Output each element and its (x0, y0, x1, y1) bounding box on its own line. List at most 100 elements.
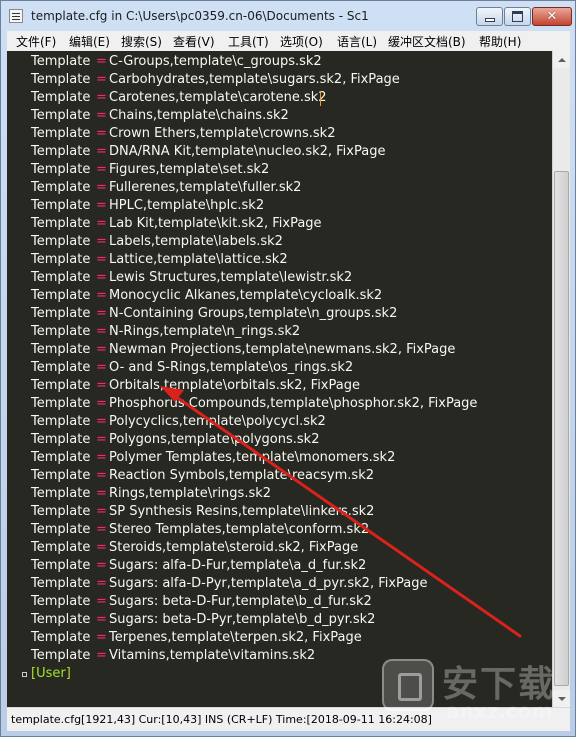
config-value: Rings,template\rings.sk2 (109, 486, 272, 501)
code-line: Template = Chains,template\chains.sk2 (7, 107, 552, 125)
code-line: Template = Monocyclic Alkanes,template\cyc… (7, 287, 552, 305)
assignment-operator: = (96, 144, 107, 159)
config-key: Template (31, 522, 91, 537)
menu-options[interactable]: 选项(O) (280, 33, 323, 50)
menu-view[interactable]: 查看(V) (173, 33, 215, 50)
config-value: Carotenes,template\carotene.sk2 (109, 90, 327, 105)
config-key: Template (31, 252, 91, 267)
window-title: template.cfg in C:\Users\pc0359.cn-06\Do… (31, 9, 369, 23)
title-bar[interactable]: template.cfg in C:\Users\pc0359.cn-06\Do… (1, 1, 575, 31)
code-line: Template = Carotenes,template\carotene.sk2 (7, 89, 552, 107)
config-value: Polygons,template\polygons.sk2 (109, 432, 320, 447)
code-line: Template = N-Containing Groups,template\n_… (7, 305, 552, 323)
menu-help[interactable]: 帮助(H) (479, 33, 521, 50)
config-value: Crown Ethers,template\crowns.sk2 (109, 126, 336, 141)
config-value: Polymer Templates,template\monomers.sk2 (109, 450, 396, 465)
close-button[interactable]: ✕ (532, 7, 572, 26)
assignment-operator: = (96, 270, 107, 285)
config-value: DNA/RNA Kit,template\nucleo.sk2, FixPage (109, 144, 386, 159)
menu-edit[interactable]: 编辑(E) (69, 33, 110, 50)
config-key: Template (31, 486, 91, 501)
menu-tools[interactable]: 工具(T) (228, 33, 269, 50)
code-line: Template = Sugars: beta-D-Pyr,template\b_d… (7, 611, 552, 629)
scroll-thumb[interactable] (554, 171, 569, 686)
text-caret (320, 91, 321, 106)
assignment-operator: = (96, 612, 107, 627)
config-value: Sugars: alfa-D-Fur,template\a_d_fur.sk2 (109, 558, 367, 573)
status-text: template.cfg[1921,43] Cur:[10,43] INS (C… (11, 713, 432, 726)
assignment-operator: = (96, 324, 107, 339)
close-icon: ✕ (546, 9, 558, 24)
config-value: Reaction Symbols,template\reacsym.sk2 (109, 468, 374, 483)
code-line: Template = Carbohydrates,template\sugars.s… (7, 71, 552, 89)
config-key: Template (31, 504, 91, 519)
config-key: Template (31, 558, 91, 573)
assignment-operator: = (96, 486, 107, 501)
config-key: Template (31, 144, 91, 159)
watermark-logo-icon (382, 659, 434, 711)
arrow-up-icon (557, 57, 566, 62)
menu-file[interactable]: 文件(F) (16, 33, 56, 50)
config-key: Template (31, 126, 91, 141)
minimize-button[interactable] (476, 7, 503, 26)
config-key: Template (31, 90, 91, 105)
code-line: Template = Sugars: beta-D-Fur,template\b_d… (7, 593, 552, 611)
minimize-icon (484, 17, 495, 22)
code-line: Template = Newman Projections,template\new… (7, 341, 552, 359)
config-key: Template (31, 378, 91, 393)
config-value: O- and S-Rings,template\os_rings.sk2 (109, 360, 354, 375)
config-value: Phosphorus Compounds,template\phosphor.s… (109, 396, 478, 411)
assignment-operator: = (96, 468, 107, 483)
config-value: N-Rings,template\n_rings.sk2 (109, 324, 301, 339)
config-value: Polycyclics,template\polycycl.sk2 (109, 414, 326, 429)
menu-bar: 文件(F) 编辑(E) 搜索(S) 查看(V) 工具(T) 选项(O) 语言(L) 缓冲区文档… (7, 31, 570, 51)
scroll-up-button[interactable] (553, 51, 570, 68)
config-value: Terpenes,template\terpen.sk2, FixPage (109, 630, 362, 645)
app-icon[interactable] (9, 9, 23, 23)
assignment-operator: = (96, 432, 107, 447)
config-key: Template (31, 180, 91, 195)
config-key: Template (31, 594, 91, 609)
assignment-operator: = (96, 540, 107, 555)
code-line: Template = Crown Ethers,template\crowns.sk… (7, 125, 552, 143)
maximize-button[interactable] (504, 7, 531, 26)
assignment-operator: = (96, 558, 107, 573)
config-key: Template (31, 72, 91, 87)
code-line: Template = Fullerenes,template\fuller.sk2 (7, 179, 552, 197)
assignment-operator: = (96, 126, 107, 141)
menu-language[interactable]: 语言(L) (337, 33, 377, 50)
assignment-operator: = (96, 594, 107, 609)
assignment-operator: = (96, 342, 107, 357)
config-key: Template (31, 450, 91, 465)
code-line: Template = Polygons,template\polygons.sk2 (7, 431, 552, 449)
vertical-scrollbar[interactable] (552, 51, 570, 707)
config-key: Template (31, 54, 91, 69)
menu-buffers[interactable]: 缓冲区文档(B) (388, 33, 466, 50)
code-line: Template = O- and S-Rings,template\os_ring… (7, 359, 552, 377)
code-line: Template = Stereo Templates,template\confo… (7, 521, 552, 539)
assignment-operator: = (96, 504, 107, 519)
config-key: Template (31, 396, 91, 411)
config-key: Template (31, 234, 91, 249)
config-value: Lattice,template\lattice.sk2 (109, 252, 288, 267)
editor-text-area[interactable]: Template = C-Groups,template\c_groups.sk2 T… (7, 51, 552, 707)
code-line: Template = C-Groups,template\c_groups.sk2 (7, 53, 552, 71)
config-value: C-Groups,template\c_groups.sk2 (109, 54, 322, 69)
code-line: Template = Sugars: alfa-D-Fur,template\a_d… (7, 557, 552, 575)
code-line: Template = Lewis Structures,template\lewis… (7, 269, 552, 287)
config-value: N-Containing Groups,template\n_groups.sk… (109, 306, 398, 321)
assignment-operator: = (96, 360, 107, 375)
watermark-url: anxz.com (446, 699, 553, 723)
assignment-operator: = (96, 216, 107, 231)
assignment-operator: = (96, 72, 107, 87)
config-value: Labels,template\labels.sk2 (109, 234, 283, 249)
assignment-operator: = (96, 234, 107, 249)
config-value: Sugars: beta-D-Pyr,template\b_d_pyr.sk2 (109, 612, 376, 627)
config-key: Template (31, 630, 91, 645)
code-line: Template = Phosphorus Compounds,template\p… (7, 395, 552, 413)
config-key: Template (31, 468, 91, 483)
menu-search[interactable]: 搜索(S) (121, 33, 162, 50)
config-key: Template (31, 162, 91, 177)
config-value: HPLC,template\hplc.sk2 (109, 198, 265, 213)
config-key: Template (31, 432, 91, 447)
